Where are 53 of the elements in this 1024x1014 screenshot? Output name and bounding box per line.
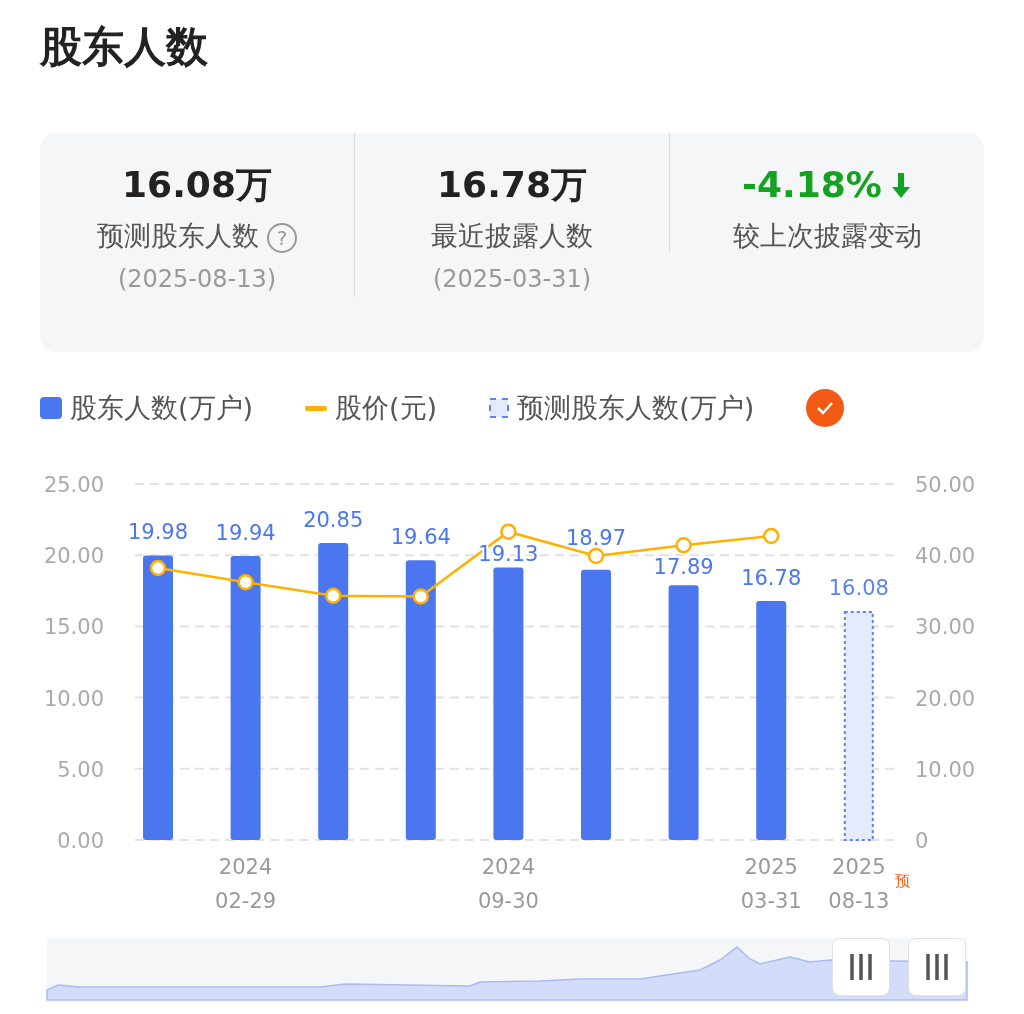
axis-label: 2025 03-31 <box>740 855 802 913</box>
price-point <box>500 523 517 540</box>
data-label: 16.78 <box>741 566 802 591</box>
axis-label: 30.00 <box>915 615 976 640</box>
axis-label: 2025 08-13 <box>828 855 890 913</box>
stat-date: (2025-08-13) <box>116 264 278 296</box>
data-label: 20.85 <box>303 508 364 533</box>
grip-icon <box>849 954 873 980</box>
stat-value: 16.08万 <box>122 163 272 207</box>
stat-date: (2025-03-31) <box>431 264 593 296</box>
price-point <box>149 559 167 577</box>
legend-label: 预测股东人数(万户) <box>517 390 755 425</box>
stat-value: 16.78万 <box>437 163 587 207</box>
axis-label: 50.00 <box>915 473 976 497</box>
axis-label: 40.00 <box>915 544 976 569</box>
price-point <box>412 588 430 605</box>
forecast-mark: 预 <box>894 872 910 890</box>
grip-icon <box>925 954 949 980</box>
price-point <box>587 547 605 565</box>
axis-label: 0 <box>915 829 929 853</box>
axis-label: 0.00 <box>57 829 104 853</box>
stat-label: 较上次披露变动 <box>732 220 922 252</box>
help-icon: ? <box>267 222 297 253</box>
data-label: 17.89 <box>653 555 714 580</box>
axis-label: 10.00 <box>43 686 104 711</box>
axis-label: 10.00 <box>915 757 976 782</box>
data-label: 16.08 <box>828 576 889 600</box>
toggle-button[interactable] <box>806 389 845 427</box>
axis-label: 20.00 <box>915 686 976 711</box>
axis-label: 25.00 <box>43 473 104 497</box>
page-title: 股东人数 <box>38 21 209 73</box>
axis-label: 15.00 <box>43 615 104 640</box>
range-handle[interactable] <box>908 938 966 996</box>
axis-label: 20.00 <box>43 544 104 569</box>
stat-value: -4.18% <box>742 163 882 207</box>
price-point <box>675 537 692 554</box>
data-label: 19.94 <box>215 521 276 546</box>
axis-label: 2024 09-30 <box>477 855 539 913</box>
legend-label: 股价(元) <box>335 390 438 425</box>
stat-label: 预测股东人数 <box>97 220 259 252</box>
price-point <box>237 574 254 591</box>
data-label: 19.98 <box>127 520 189 545</box>
legend-label: 股东人数(万户) <box>70 390 254 425</box>
axis-label: 5.00 <box>57 757 104 782</box>
axis-label: 2024 02-29 <box>215 855 277 913</box>
price-point <box>762 527 780 545</box>
price-point <box>324 587 342 605</box>
data-label: 19.64 <box>390 525 451 550</box>
data-label: 19.13 <box>478 541 539 566</box>
data-label: 18.97 <box>565 525 627 550</box>
check-icon <box>816 401 835 415</box>
stat-label: 最近披露人数 <box>431 220 593 252</box>
range-handle[interactable] <box>832 938 890 996</box>
